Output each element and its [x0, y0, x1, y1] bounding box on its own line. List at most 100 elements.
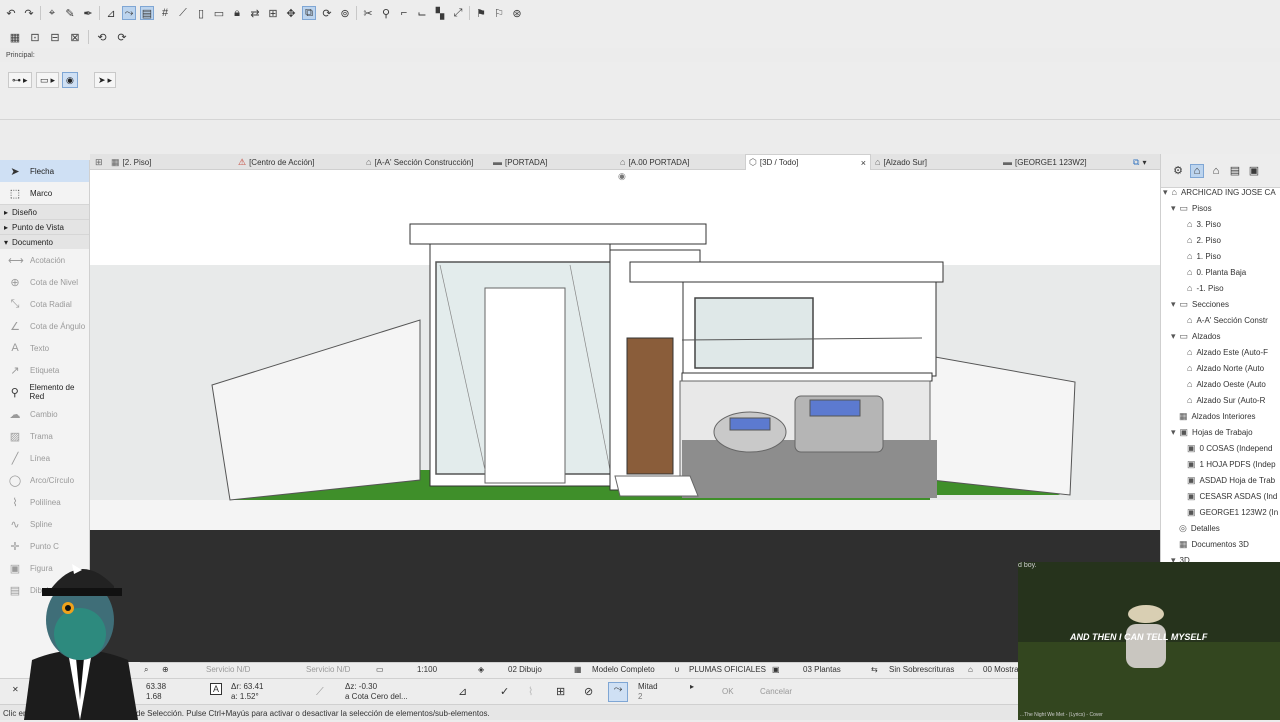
slab-icon[interactable]: ▭: [212, 6, 226, 20]
pick-up-icon[interactable]: ⌖: [45, 6, 59, 20]
dz-value[interactable]: Δz: -0.30: [345, 682, 377, 691]
cancel-button[interactable]: Cancelar: [760, 687, 792, 696]
navigator-settings-icon[interactable]: ⚙: [1171, 164, 1185, 178]
publisher-icon[interactable]: ▣: [1247, 164, 1261, 178]
eyedropper-icon[interactable]: ✎: [63, 6, 77, 20]
undo-icon[interactable]: ↶: [4, 6, 18, 20]
nav-item-george1[interactable]: ▣ GEORGE1 123W2 (In: [1187, 504, 1278, 520]
tab-2-piso[interactable]: ▦ [2. Piso]: [108, 154, 151, 170]
model-view-select[interactable]: Modelo Completo: [592, 665, 655, 674]
tool-polilinea[interactable]: ⌇ Polilínea: [0, 491, 89, 513]
split-icon[interactable]: ▚: [433, 6, 447, 20]
guides-icon[interactable]: ⊿: [458, 685, 467, 698]
slope-icon[interactable]: ⟋: [316, 686, 324, 699]
transfer-icon[interactable]: ⇄: [248, 6, 262, 20]
layout-book-icon[interactable]: ▤: [1228, 164, 1242, 178]
nav-item-alzado-este[interactable]: ⌂ Alzado Este (Auto-F: [1187, 344, 1268, 360]
tool-cota-de-angulo[interactable]: ∠ Cota de Ángulo: [0, 315, 89, 337]
view-map-icon[interactable]: ⌂: [1209, 164, 1223, 178]
arrow-select-control[interactable]: ➤ ▸: [94, 72, 117, 88]
nav-item-0-cosas[interactable]: ▣ 0 COSAS (Independ: [1187, 440, 1272, 456]
tool-marco[interactable]: ⬚ Marco: [0, 182, 89, 204]
chevron-right-icon[interactable]: ▸: [690, 682, 694, 691]
marker-icon[interactable]: ⚐: [492, 6, 506, 20]
schedule-icon[interactable]: ⊠: [68, 30, 82, 44]
tool-cambio[interactable]: ☁ Cambio: [0, 403, 89, 425]
3d-viewport[interactable]: ◉: [90, 170, 1160, 662]
markers-select[interactable]: 00 Mostra: [983, 665, 1019, 674]
project-map-icon[interactable]: ⌂: [1190, 163, 1204, 178]
layout-icon[interactable]: ⊟: [48, 30, 62, 44]
nav-item-seccion-aa[interactable]: ⌂ A-A' Sección Constr: [1187, 312, 1268, 328]
check-icon[interactable]: ✓: [500, 685, 509, 698]
flag-icon[interactable]: ⚑: [474, 6, 488, 20]
teamwork-icon[interactable]: ⟲: [95, 30, 109, 44]
category-punto-de-vista[interactable]: ▸ Punto de Vista: [0, 219, 89, 234]
eye-icon[interactable]: ◉: [618, 171, 626, 182]
arrange-icon[interactable]: ⊡: [28, 30, 42, 44]
tool-cota-radial[interactable]: ⤡ Cota Radial: [0, 293, 89, 315]
snap-guides-icon[interactable]: ⊿: [104, 6, 118, 20]
tab-portada[interactable]: ▬ [PORTADA]: [490, 154, 547, 170]
x-coordinate[interactable]: 63.38: [146, 682, 166, 691]
special-snap-icon[interactable]: ⌇: [528, 685, 533, 698]
ok-button[interactable]: OK: [722, 687, 734, 696]
close-icon[interactable]: ×: [861, 158, 866, 168]
tool-arco-circulo[interactable]: ◯ Arco/Círculo: [0, 469, 89, 491]
mitad-label[interactable]: Mitad: [638, 682, 658, 691]
table-icon[interactable]: ⊞: [266, 6, 280, 20]
category-documento[interactable]: ▾ Documento: [0, 234, 89, 249]
scale-select[interactable]: 1:100: [417, 665, 437, 674]
tool-cota-de-nivel[interactable]: ⊕ Cota de Nivel: [0, 271, 89, 293]
lock-icon[interactable]: 🔒︎: [230, 6, 244, 20]
nav-item-documentos-3d[interactable]: ▦ Documentos 3D: [1179, 536, 1249, 552]
nav-item-3d[interactable]: ▾ 3D: [1171, 552, 1190, 563]
tool-linea[interactable]: ╱ Línea: [0, 447, 89, 469]
nav-item-cesasr[interactable]: ▣ CESASR ASDAS (Ind: [1187, 488, 1277, 504]
offset-icon[interactable]: ⌐: [397, 6, 411, 20]
magic-wand-icon[interactable]: ⚲: [379, 6, 393, 20]
nav-item-menos-1-piso[interactable]: ⌂ -1. Piso: [1187, 280, 1224, 296]
grid-snap-icon[interactable]: #: [158, 6, 172, 20]
nav-item-alzado-oeste[interactable]: ⌂ Alzado Oeste (Auto: [1187, 376, 1266, 392]
redo-icon[interactable]: ↷: [22, 6, 36, 20]
move-icon[interactable]: ✥: [284, 6, 298, 20]
nav-item-2-piso[interactable]: ⌂ 2. Piso: [1187, 232, 1221, 248]
resize-icon[interactable]: ⤢: [451, 6, 465, 20]
nav-item-alzados-interiores[interactable]: ▦ Alzados Interiores: [1179, 408, 1256, 424]
nav-item-secciones[interactable]: ▾ ▭ Secciones: [1171, 296, 1229, 312]
grid-snap-icon[interactable]: ⊞: [556, 685, 565, 698]
tab-alzado-sur[interactable]: ⌂ [Alzado Sur]: [872, 154, 927, 170]
distance-value[interactable]: Δr: 63.41: [231, 682, 263, 691]
renovation-icon[interactable]: ⊛: [510, 6, 524, 20]
overrides-select[interactable]: Sin Sobrescrituras: [889, 665, 954, 674]
layer-combo-select[interactable]: 02 Dibujo: [508, 665, 542, 674]
tool-acotacion[interactable]: ⟷ Acotación: [0, 249, 89, 271]
tab-seccion-construccion[interactable]: ⌂ [A-A' Sección Construcción]: [363, 154, 473, 170]
select-mode-control[interactable]: ◉: [62, 72, 78, 88]
trace-icon[interactable]: ⤳: [122, 6, 136, 20]
reference-level[interactable]: a Cota Cero del...: [345, 692, 408, 701]
tool-elemento-de-red[interactable]: ⚲ Elemento de Red: [0, 381, 89, 403]
favorites-icon[interactable]: ⊚: [338, 6, 352, 20]
wall-icon[interactable]: ⟋: [176, 6, 190, 20]
scissors-icon[interactable]: ✂: [361, 6, 375, 20]
nav-item-3-piso[interactable]: ⌂ 3. Piso: [1187, 216, 1221, 232]
nav-item-1-piso[interactable]: ⌂ 1. Piso: [1187, 248, 1221, 264]
tool-flecha[interactable]: ➤ Flecha: [0, 160, 89, 182]
tab-george1[interactable]: ▬ [GEORGE1 123W2]: [1000, 154, 1087, 170]
nav-item-pisos[interactable]: ▾ ▭ Pisos: [1171, 200, 1212, 216]
zoom-fit-icon[interactable]: ⊕: [162, 665, 169, 674]
nav-item-1-hoja-pdfs[interactable]: ▣ 1 HOJA PDFS (Indep: [1187, 456, 1276, 472]
nav-item-alzado-sur[interactable]: ⌂ Alzado Sur (Auto-R: [1187, 392, 1265, 408]
nav-item-detalles[interactable]: ◎ Detalles: [1179, 520, 1220, 536]
nav-item-project[interactable]: ▾ ⌂ ARCHICAD ING JOSE CA: [1163, 184, 1276, 200]
layers-icon[interactable]: ▤: [140, 6, 154, 20]
tab-grid-view[interactable]: ⊞: [92, 154, 103, 170]
nav-item-alzado-norte[interactable]: ⌂ Alzado Norte (Auto: [1187, 360, 1264, 376]
geometry-method-control[interactable]: ⊶ ▸: [8, 72, 32, 88]
pen-icon[interactable]: ✒: [81, 6, 95, 20]
y-coordinate[interactable]: 1.68: [146, 692, 162, 701]
stair-icon[interactable]: ▦: [8, 30, 22, 44]
tool-texto[interactable]: A Texto: [0, 337, 89, 359]
